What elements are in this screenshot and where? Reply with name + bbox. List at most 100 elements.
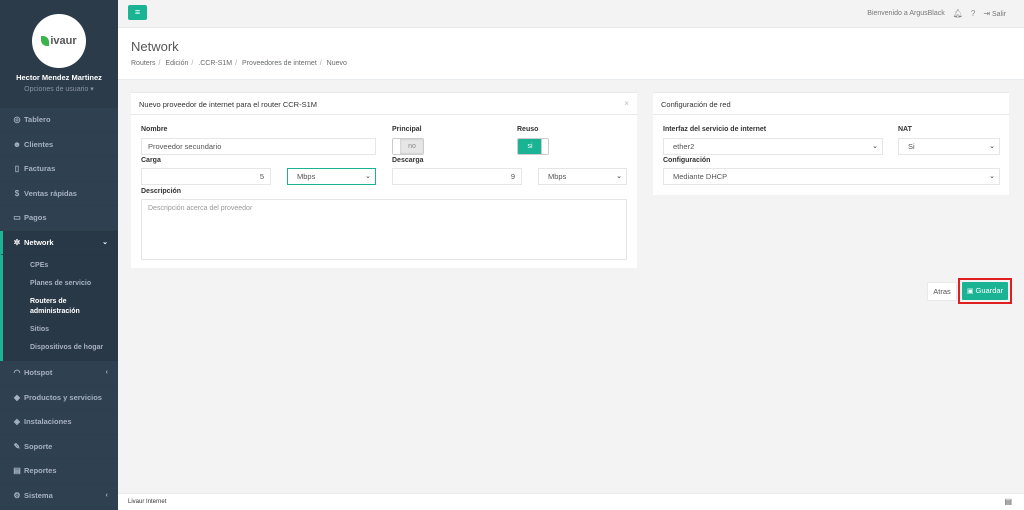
sidebar-item-soporte[interactable]: ✎ Soporte — [0, 435, 118, 460]
save-button-highlight: ▣ Guardar — [958, 278, 1012, 304]
descripcion-textarea[interactable]: Descripción acerca del proveedor — [141, 199, 627, 260]
breadcrumb-nuevo: Nuevo — [326, 60, 347, 67]
top-right-area: Bienvenido a ArgusBlack 🔔︎ ? ⇥ Salir — [867, 9, 1006, 18]
breadcrumb-separator: / — [319, 60, 322, 67]
help-icon[interactable]: ? — [971, 9, 975, 18]
sidebar-item-reportes[interactable]: ▤ Reportes — [0, 459, 118, 484]
bell-icon[interactable]: 🔔︎ — [953, 9, 963, 18]
chevron-down-icon: ⌄ — [102, 239, 108, 247]
wifi-icon: ◠ — [13, 368, 21, 378]
toggle-knob — [541, 139, 548, 154]
logo-text: ivaur — [50, 35, 77, 47]
nat-select[interactable]: Si ⌄ — [898, 138, 1000, 155]
sidebar-item-clientes[interactable]: ☻ Clientes — [0, 133, 118, 158]
chevron-down-icon: ⌄ — [989, 173, 995, 180]
submenu-item-planes[interactable]: Planes de servicio — [3, 275, 118, 293]
sidebar-item-hotspot[interactable]: ◠ Hotspot ‹ — [0, 361, 118, 386]
tag-icon: ◆ — [13, 392, 21, 402]
page-title: Network — [131, 39, 179, 54]
sidebar-item-instalaciones[interactable]: ◈ Instalaciones — [0, 410, 118, 435]
submenu-item-dispositivos[interactable]: Dispositivos de hogar — [3, 339, 118, 357]
sidebar: ivaur Hector Mendez Martinez Opciones de… — [0, 0, 118, 510]
save-button[interactable]: ▣ Guardar — [962, 282, 1008, 300]
descarga-unit-select[interactable]: Mbps ⌄ — [538, 168, 627, 185]
principal-label: Principal — [392, 126, 422, 133]
breadcrumb-separator: / — [235, 60, 238, 67]
welcome-text: Bienvenido a ArgusBlack — [867, 10, 945, 17]
dashboard-icon: ◎ — [13, 115, 21, 125]
reuso-label: Reuso — [517, 126, 539, 133]
user-options-dropdown[interactable]: Opciones de usuario ▾ — [0, 85, 118, 93]
sidebar-item-label: Pagos — [24, 213, 47, 223]
footer-info-icon[interactable]: ▤ — [1004, 497, 1012, 506]
descarga-unit-value: Mbps — [548, 172, 567, 181]
sidebar-item-pagos[interactable]: ▭ Pagos — [0, 206, 118, 231]
chevron-down-icon: ⌄ — [872, 143, 878, 150]
close-icon[interactable]: × — [624, 99, 629, 108]
principal-toggle[interactable]: no — [392, 138, 424, 155]
breadcrumb-edicion[interactable]: Edición — [165, 60, 188, 67]
chevron-down-icon: ⌄ — [616, 173, 622, 180]
install-icon: ◈ — [13, 417, 21, 427]
network-config-panel: Configuración de red Interfaz del servic… — [653, 92, 1009, 195]
invoice-icon: ▯ — [14, 164, 20, 174]
user-name: Hector Mendez Martinez — [16, 73, 102, 82]
brand-logo: ivaur — [32, 14, 86, 68]
sidebar-item-network[interactable]: ✲ Network ⌄ — [0, 230, 118, 255]
sidebar-item-sistema[interactable]: ⚙ Sistema ‹ — [0, 484, 118, 509]
reuso-toggle[interactable]: si — [517, 138, 549, 155]
nat-label: NAT — [898, 126, 912, 133]
leaf-icon — [41, 36, 50, 46]
breadcrumb-proveedores[interactable]: Proveedores de internet — [242, 60, 317, 67]
logout-link[interactable]: ⇥ Salir — [983, 9, 1006, 18]
network-icon: ✲ — [13, 237, 21, 247]
chevron-down-icon: ⌄ — [365, 173, 371, 180]
sidebar-item-label: Soporte — [24, 441, 53, 451]
sidebar-item-label: Network — [24, 237, 54, 247]
breadcrumb: Routers / Edición / .CCR-S1M / Proveedores … — [131, 60, 1024, 67]
sidebar-item-label: Tablero — [24, 115, 51, 125]
carga-unit-value: Mbps — [297, 172, 316, 181]
descarga-input[interactable]: 9 — [392, 168, 522, 185]
breadcrumb-router-name[interactable]: .CCR-S1M — [198, 60, 232, 67]
sidebar-item-label: Facturas — [24, 164, 56, 174]
sidebar-item-ventas[interactable]: $ Ventas rápidas — [0, 182, 118, 207]
submenu-item-cpes[interactable]: CPEs — [3, 257, 118, 275]
configuracion-select[interactable]: Mediante DHCP ⌄ — [663, 168, 1000, 185]
sidebar-item-label: Ventas rápidas — [24, 188, 77, 198]
chevron-left-icon: ‹ — [105, 369, 108, 377]
back-button[interactable]: Atras — [927, 282, 957, 301]
carga-input[interactable]: 5 — [141, 168, 271, 185]
nombre-input[interactable]: Proveedor secundario — [141, 138, 376, 155]
sidebar-item-label: Productos y servicios — [24, 392, 102, 402]
chevron-left-icon: ‹ — [105, 491, 108, 499]
interfaz-value: ether2 — [673, 142, 695, 151]
submenu-item-routers[interactable]: Routers de administración — [3, 293, 118, 321]
reuso-toggle-label: si — [518, 139, 542, 154]
sidebar-item-tablero[interactable]: ◎ Tablero — [0, 108, 118, 133]
sidebar-item-label: Clientes — [24, 139, 54, 149]
dollar-icon: $ — [14, 188, 20, 198]
breadcrumb-separator: / — [191, 60, 194, 67]
configuracion-value: Mediante DHCP — [673, 172, 728, 181]
logout-label: Salir — [991, 11, 1006, 18]
menu-toggle-button[interactable]: ≡ — [128, 5, 147, 20]
page-heading: Network Routers / Edición / .CCR-S1M / Prov… — [118, 28, 1024, 80]
sidebar-item-label: Instalaciones — [24, 417, 72, 427]
nat-value: Si — [908, 142, 915, 151]
provider-panel-title: Nuevo proveedor de internet para el rout… — [139, 100, 318, 109]
breadcrumb-routers[interactable]: Routers — [131, 60, 156, 67]
configuracion-label: Configuración — [663, 157, 711, 164]
submenu-item-sitios[interactable]: Sitios — [3, 321, 118, 339]
sidebar-item-label: Reportes — [24, 466, 57, 476]
sidebar-item-label: Sistema — [24, 490, 53, 500]
carga-unit-select[interactable]: Mbps ⌄ — [287, 168, 376, 185]
toggle-knob — [393, 139, 400, 154]
sidebar-item-facturas[interactable]: ▯ Facturas — [0, 157, 118, 182]
sidebar-nav-lower: ◠ Hotspot ‹ ◆ Productos y servicios ◈ Instal… — [0, 361, 118, 508]
floppy-disk-icon: ▣ — [966, 288, 974, 295]
hamburger-icon: ≡ — [134, 7, 141, 17]
interfaz-select[interactable]: ether2 ⌄ — [663, 138, 883, 155]
network-panel-header: Configuración de red — [653, 93, 1009, 115]
sidebar-item-productos[interactable]: ◆ Productos y servicios — [0, 386, 118, 411]
